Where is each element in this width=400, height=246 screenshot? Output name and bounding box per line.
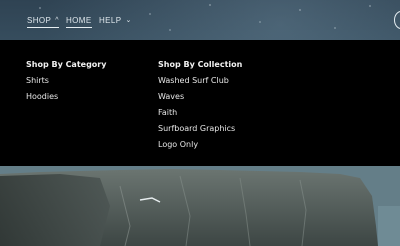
menu-column-category: Shop By Category Shirts Hoodies [26,59,106,107]
column-heading: Shop By Collection [158,60,243,69]
menu-link-shirts[interactable]: Shirts [26,75,106,87]
nav-home-label: HOME [66,15,92,25]
top-navigation: SHOP ^ HOME HELP ⌄ [0,0,400,40]
menu-link-surfboard-graphics[interactable]: Surfboard Graphics [158,123,242,135]
menu-link-faith[interactable]: Faith [158,107,242,119]
nav-shop[interactable]: SHOP ^ [27,13,59,28]
chevron-up-icon: ^ [55,16,59,24]
nav-help[interactable]: HELP ⌄ [99,13,132,27]
nav-help-label: HELP [99,15,122,25]
menu-link-hoodies[interactable]: Hoodies [26,91,106,103]
menu-link-logo-only[interactable]: Logo Only [158,139,242,151]
nav-shop-label: SHOP [27,15,52,25]
shop-mega-menu: Shop By Category Shirts Hoodies Shop By … [0,40,400,166]
background-cliff [0,166,400,246]
menu-link-waves[interactable]: Waves [158,91,242,103]
nav-home[interactable]: HOME [66,13,92,28]
menu-link-washed-surf-club[interactable]: Washed Surf Club [158,75,242,87]
account-icon[interactable] [394,11,400,29]
chevron-down-icon: ⌄ [125,17,132,24]
menu-column-collection: Shop By Collection Washed Surf Club Wave… [158,59,242,155]
column-heading: Shop By Category [26,60,107,69]
